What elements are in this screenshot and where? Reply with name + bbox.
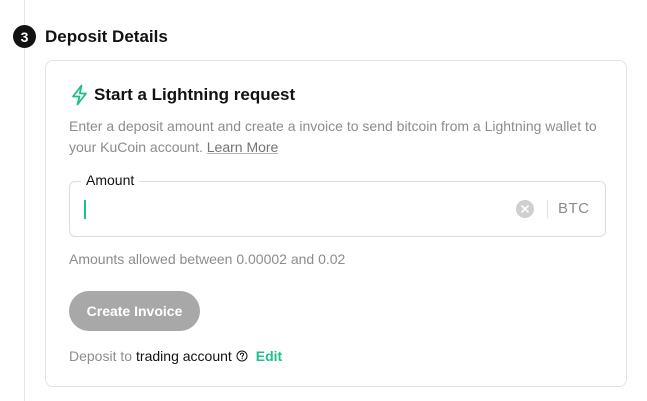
learn-more-link[interactable]: Learn More bbox=[207, 139, 279, 155]
card-header: Start a Lightning request bbox=[70, 84, 295, 106]
deposit-destination: Deposit to trading account Edit bbox=[69, 348, 282, 364]
amount-label: Amount bbox=[81, 172, 140, 188]
close-icon bbox=[521, 205, 529, 213]
amount-range-hint: Amounts allowed between 0.00002 and 0.02 bbox=[69, 251, 346, 267]
amount-field[interactable]: Amount BTC bbox=[69, 172, 606, 237]
step-title: Deposit Details bbox=[45, 26, 168, 46]
step-number-badge: 3 bbox=[13, 25, 36, 48]
deposit-account: trading account bbox=[136, 348, 232, 364]
lightning-request-card: Start a Lightning request Enter a deposi… bbox=[45, 60, 627, 387]
clear-icon[interactable] bbox=[516, 200, 534, 218]
card-description: Enter a deposit amount and create a invo… bbox=[69, 116, 614, 158]
step-header: 3 Deposit Details bbox=[13, 25, 168, 48]
create-invoice-button[interactable]: Create Invoice bbox=[69, 291, 200, 331]
edit-account-link[interactable]: Edit bbox=[256, 348, 282, 364]
question-circle-icon[interactable] bbox=[236, 350, 248, 362]
deposit-prefix: Deposit to bbox=[69, 348, 133, 364]
step-rail bbox=[24, 0, 25, 401]
amount-input[interactable] bbox=[82, 196, 502, 222]
text-cursor bbox=[84, 200, 86, 219]
unit-divider bbox=[547, 200, 548, 218]
card-title: Start a Lightning request bbox=[94, 85, 296, 104]
lightning-bolt-icon bbox=[72, 84, 87, 106]
description-text: Enter a deposit amount and create a invo… bbox=[69, 118, 597, 155]
currency-unit: BTC bbox=[558, 200, 590, 217]
